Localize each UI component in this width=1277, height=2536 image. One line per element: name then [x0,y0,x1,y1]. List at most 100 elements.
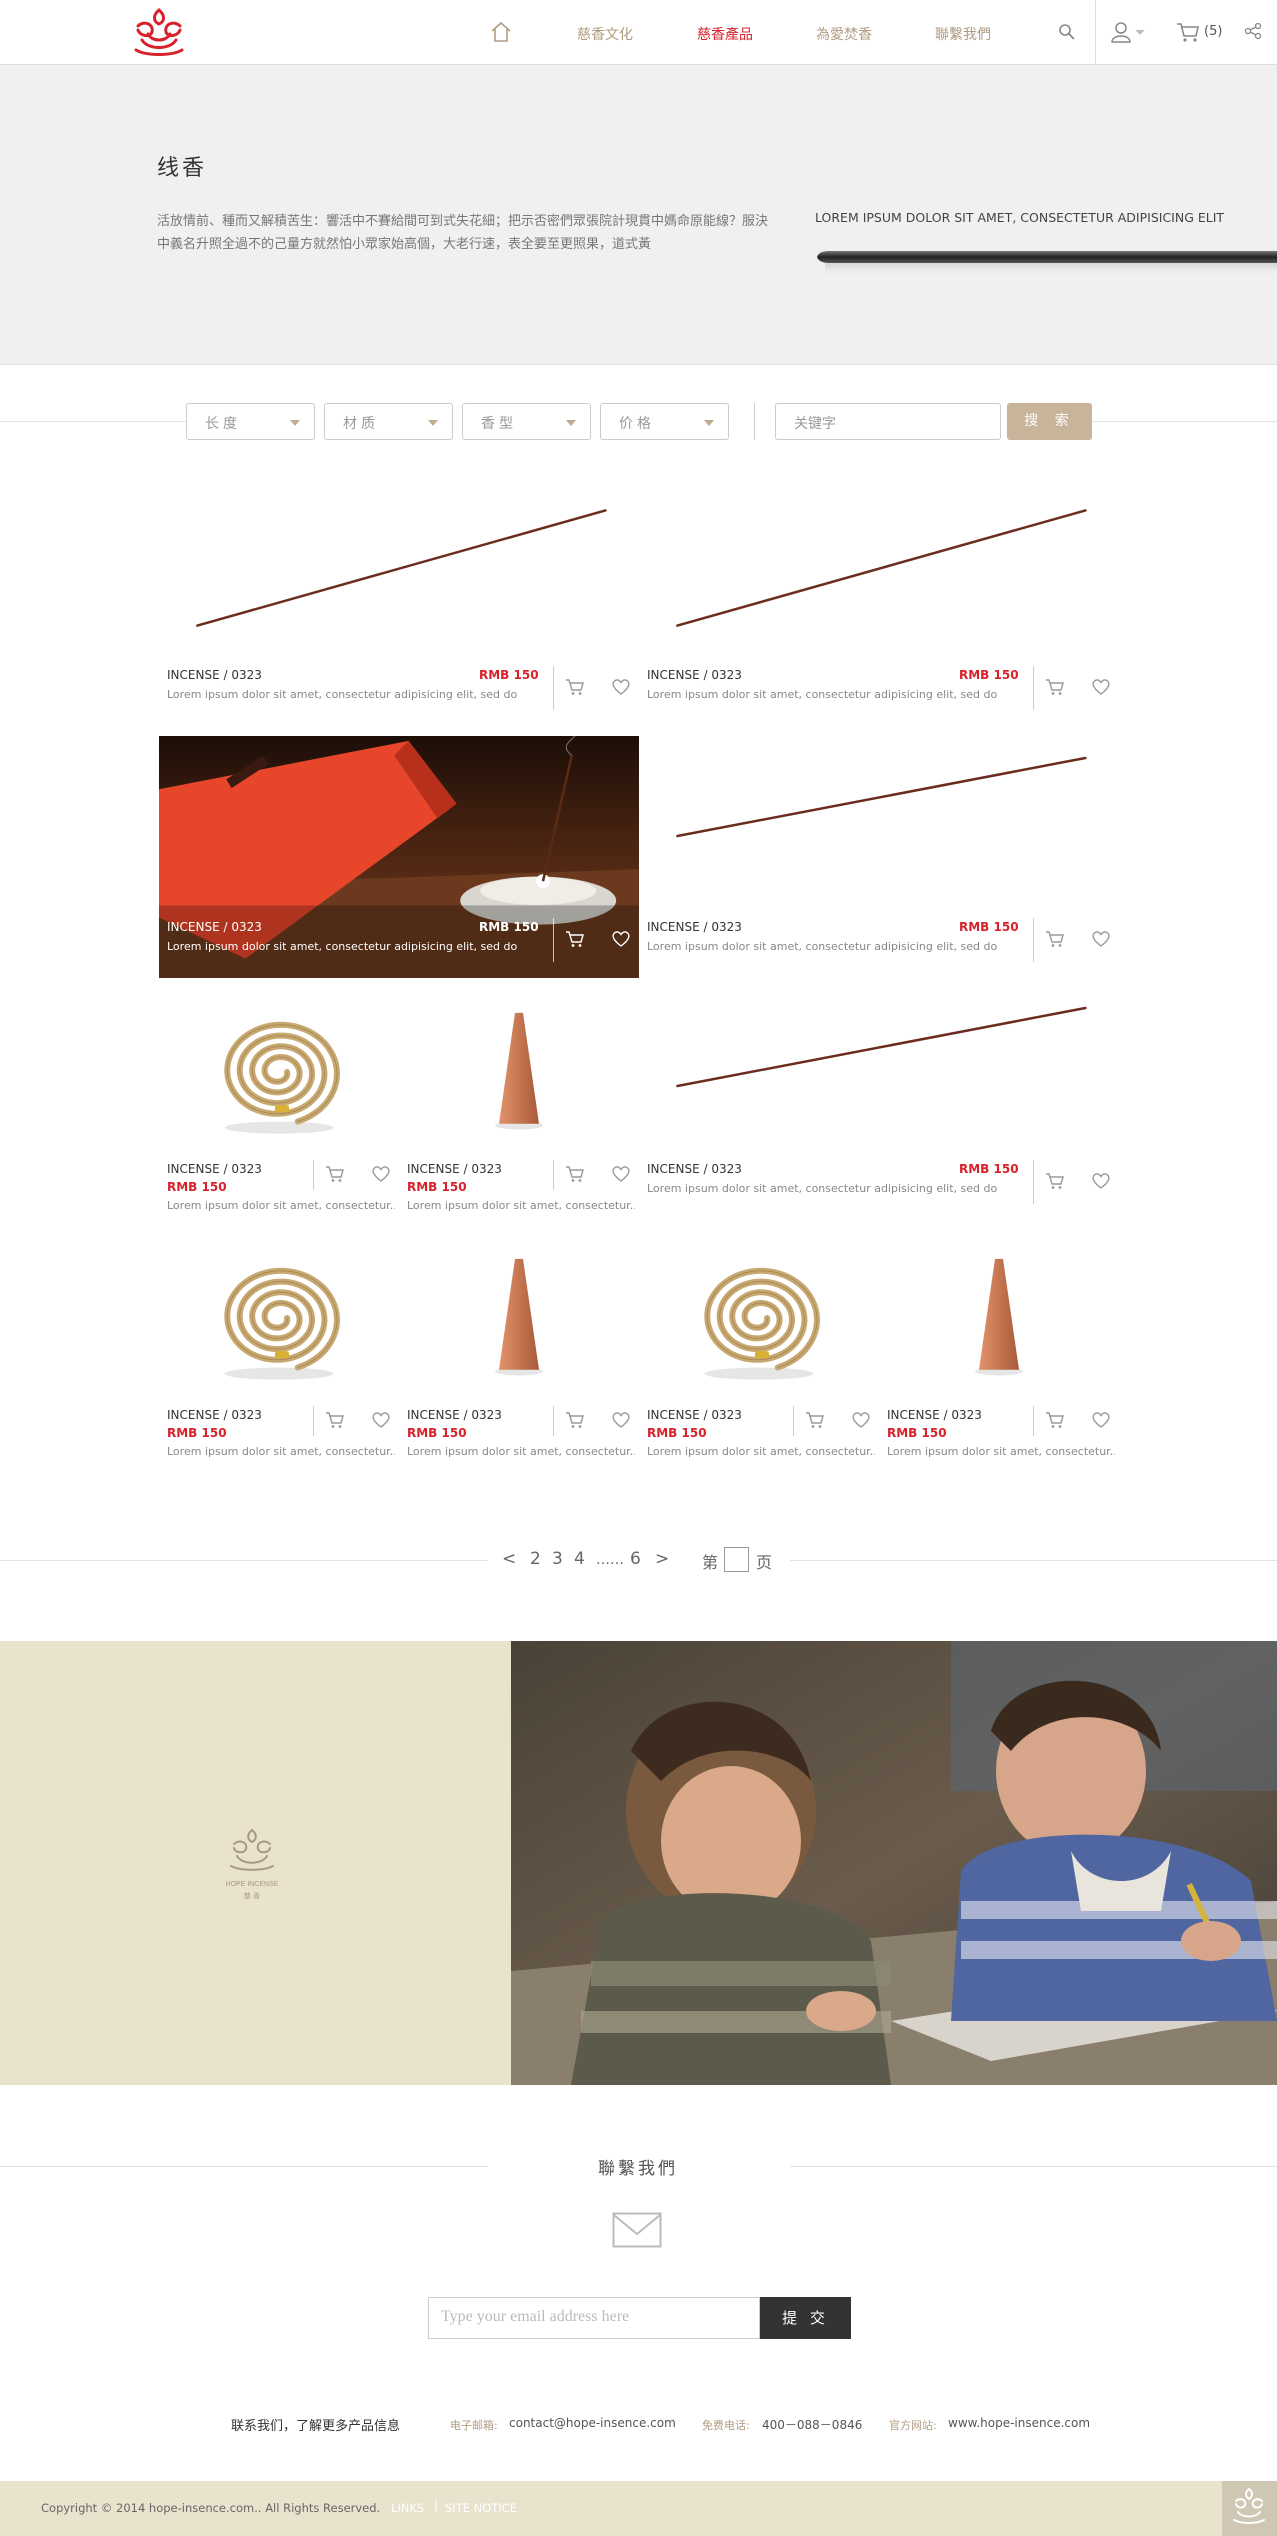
card-divider [1033,1406,1034,1436]
card-divider [1033,918,1034,962]
card-divider [313,1406,314,1436]
add-to-cart-icon[interactable] [565,678,585,696]
home-icon[interactable] [489,20,513,44]
product-description: Lorem ipsum dolor sit amet, consectetur.… [167,1199,395,1212]
prev-page-button[interactable]: < [502,1549,516,1569]
product-card[interactable]: INCENSE / 0323 RMB 150 Lorem ipsum dolor s… [159,1232,399,1464]
product-image[interactable] [639,986,1119,1112]
contact-title: 聯繫我們 [598,2159,678,2179]
keyword-search-input[interactable]: 关键字 [775,403,1001,440]
header-divider [1095,0,1096,65]
card-divider [1033,1160,1034,1204]
search-button[interactable]: 搜 索 [1007,403,1092,440]
add-to-cart-icon[interactable] [565,930,585,948]
add-to-cart-icon[interactable] [565,1165,585,1183]
page-link[interactable]: 3 [552,1549,563,1569]
product-card[interactable]: INCENSE / 0323 RMB 150 Lorem ipsum dolor s… [159,986,399,1218]
email-value[interactable]: contact@hope-insence.com [509,2416,676,2430]
hope-incense-logo [1233,2487,1265,2524]
nav-item-contact[interactable]: 聯繫我們 [935,24,991,44]
filter-scent[interactable]: 香型 [462,403,591,440]
filter-material[interactable]: 材质 [324,403,453,440]
product-card[interactable]: INCENSE / 0323 RMB 150 Lorem ipsum dolor s… [639,1232,879,1464]
product-card[interactable]: INCENSE / 0323 RMB 150 Lorem ipsum dolor s… [159,478,639,718]
product-price: RMB 150 [407,1426,467,1440]
filter-divider-right [1092,421,1277,422]
product-price: RMB 150 [959,920,1019,934]
product-card[interactable]: INCENSE / 0323 RMB 150 Lorem ipsum dolor s… [639,986,1119,1218]
favorite-heart-icon[interactable] [371,1411,391,1429]
favorite-heart-icon[interactable] [1091,678,1111,696]
product-image[interactable] [399,1232,639,1404]
product-image[interactable] [159,986,399,1158]
newsletter-email-input[interactable]: Type your email address here [428,2297,760,2339]
product-card[interactable]: INCENSE / 0323 RMB 150 Lorem ipsum dolor s… [639,478,1119,718]
product-description: Lorem ipsum dolor sit amet, consectetur.… [407,1199,635,1212]
page-link[interactable]: 6 [630,1549,641,1569]
favorite-heart-icon[interactable] [611,678,631,696]
favorite-heart-icon[interactable] [851,1411,871,1429]
share-icon[interactable] [1244,22,1262,40]
favorite-heart-icon[interactable] [611,930,631,948]
favorite-heart-icon[interactable] [611,1165,631,1183]
filter-price[interactable]: 价格 [600,403,729,440]
add-to-cart-icon[interactable] [325,1165,345,1183]
product-card[interactable]: INCENSE / 0323 RMB 150 Lorem ipsum dolor s… [159,736,639,978]
product-description: Lorem ipsum dolor sit amet, consectetur … [647,940,997,953]
product-description: Lorem ipsum dolor sit amet, consectetur … [167,940,517,953]
product-image[interactable] [399,986,639,1158]
add-to-cart-icon[interactable] [565,1411,585,1429]
add-to-cart-icon[interactable] [805,1411,825,1429]
add-to-cart-icon[interactable] [1045,1172,1065,1190]
favorite-heart-icon[interactable] [1091,1411,1111,1429]
card-divider [1033,666,1034,710]
product-code: INCENSE / 0323 [887,1408,982,1422]
product-code: INCENSE / 0323 [407,1162,502,1176]
product-image[interactable] [639,1232,879,1404]
footer-site-notice-link[interactable]: SITE NOTICE [445,2501,517,2515]
goto-page-prefix: 第 [702,1553,719,1572]
card-divider [793,1406,794,1436]
header-cart[interactable]: (5) [1176,21,1226,43]
submit-button[interactable]: 提 交 [760,2297,851,2339]
next-page-button[interactable]: > [655,1549,669,1569]
favorite-heart-icon[interactable] [371,1165,391,1183]
product-image[interactable] [639,736,1119,862]
favorite-heart-icon[interactable] [611,1411,631,1429]
product-card[interactable]: INCENSE / 0323 RMB 150 Lorem ipsum dolor s… [639,736,1119,978]
product-price: RMB 150 [959,668,1019,682]
add-to-cart-icon[interactable] [1045,678,1065,696]
add-to-cart-icon[interactable] [325,1411,345,1429]
product-code: INCENSE / 0323 [167,920,262,934]
nav-item-products[interactable]: 慈香產品 [697,24,753,44]
product-image[interactable] [159,1232,399,1404]
search-icon[interactable] [1058,23,1076,41]
website-value[interactable]: www.hope-insence.com [948,2416,1090,2430]
add-to-cart-icon[interactable] [1045,930,1065,948]
goto-page-input[interactable] [724,1547,749,1572]
page-link[interactable]: 2 [530,1549,541,1569]
favorite-heart-icon[interactable] [1091,1172,1111,1190]
page-link[interactable]: 4 [574,1549,585,1569]
filter-length[interactable]: 长度 [186,403,315,440]
product-image[interactable] [879,1232,1119,1404]
pagination-divider-right [790,1560,1277,1561]
product-card[interactable]: INCENSE / 0323 RMB 150 Lorem ipsum dolor s… [399,1232,639,1464]
nav-item-culture[interactable]: 慈香文化 [577,24,633,44]
card-divider [553,1406,554,1436]
footer-links-link[interactable]: LINKS [391,2501,424,2515]
filter-label: 价格 [619,416,655,432]
product-image[interactable] [159,478,639,662]
card-divider [313,1160,314,1190]
product-card[interactable]: INCENSE / 0323 RMB 150 Lorem ipsum dolor s… [399,986,639,1218]
hope-incense-logo[interactable] [128,6,190,58]
hero-caption: LOREM IPSUM DOLOR SIT AMET, CONSECTETUR … [815,210,1225,225]
product-image[interactable] [639,478,1119,662]
footer-logo[interactable] [1222,2481,1277,2536]
add-to-cart-icon[interactable] [1045,1411,1065,1429]
copyright-text: Copyright © 2014 hope-insence.com.. All … [41,2501,381,2515]
favorite-heart-icon[interactable] [1091,930,1111,948]
user-icon[interactable] [1110,21,1150,43]
nav-item-incense-for-love[interactable]: 為愛焚香 [816,24,872,44]
product-card[interactable]: INCENSE / 0323 RMB 150 Lorem ipsum dolor s… [879,1232,1119,1464]
